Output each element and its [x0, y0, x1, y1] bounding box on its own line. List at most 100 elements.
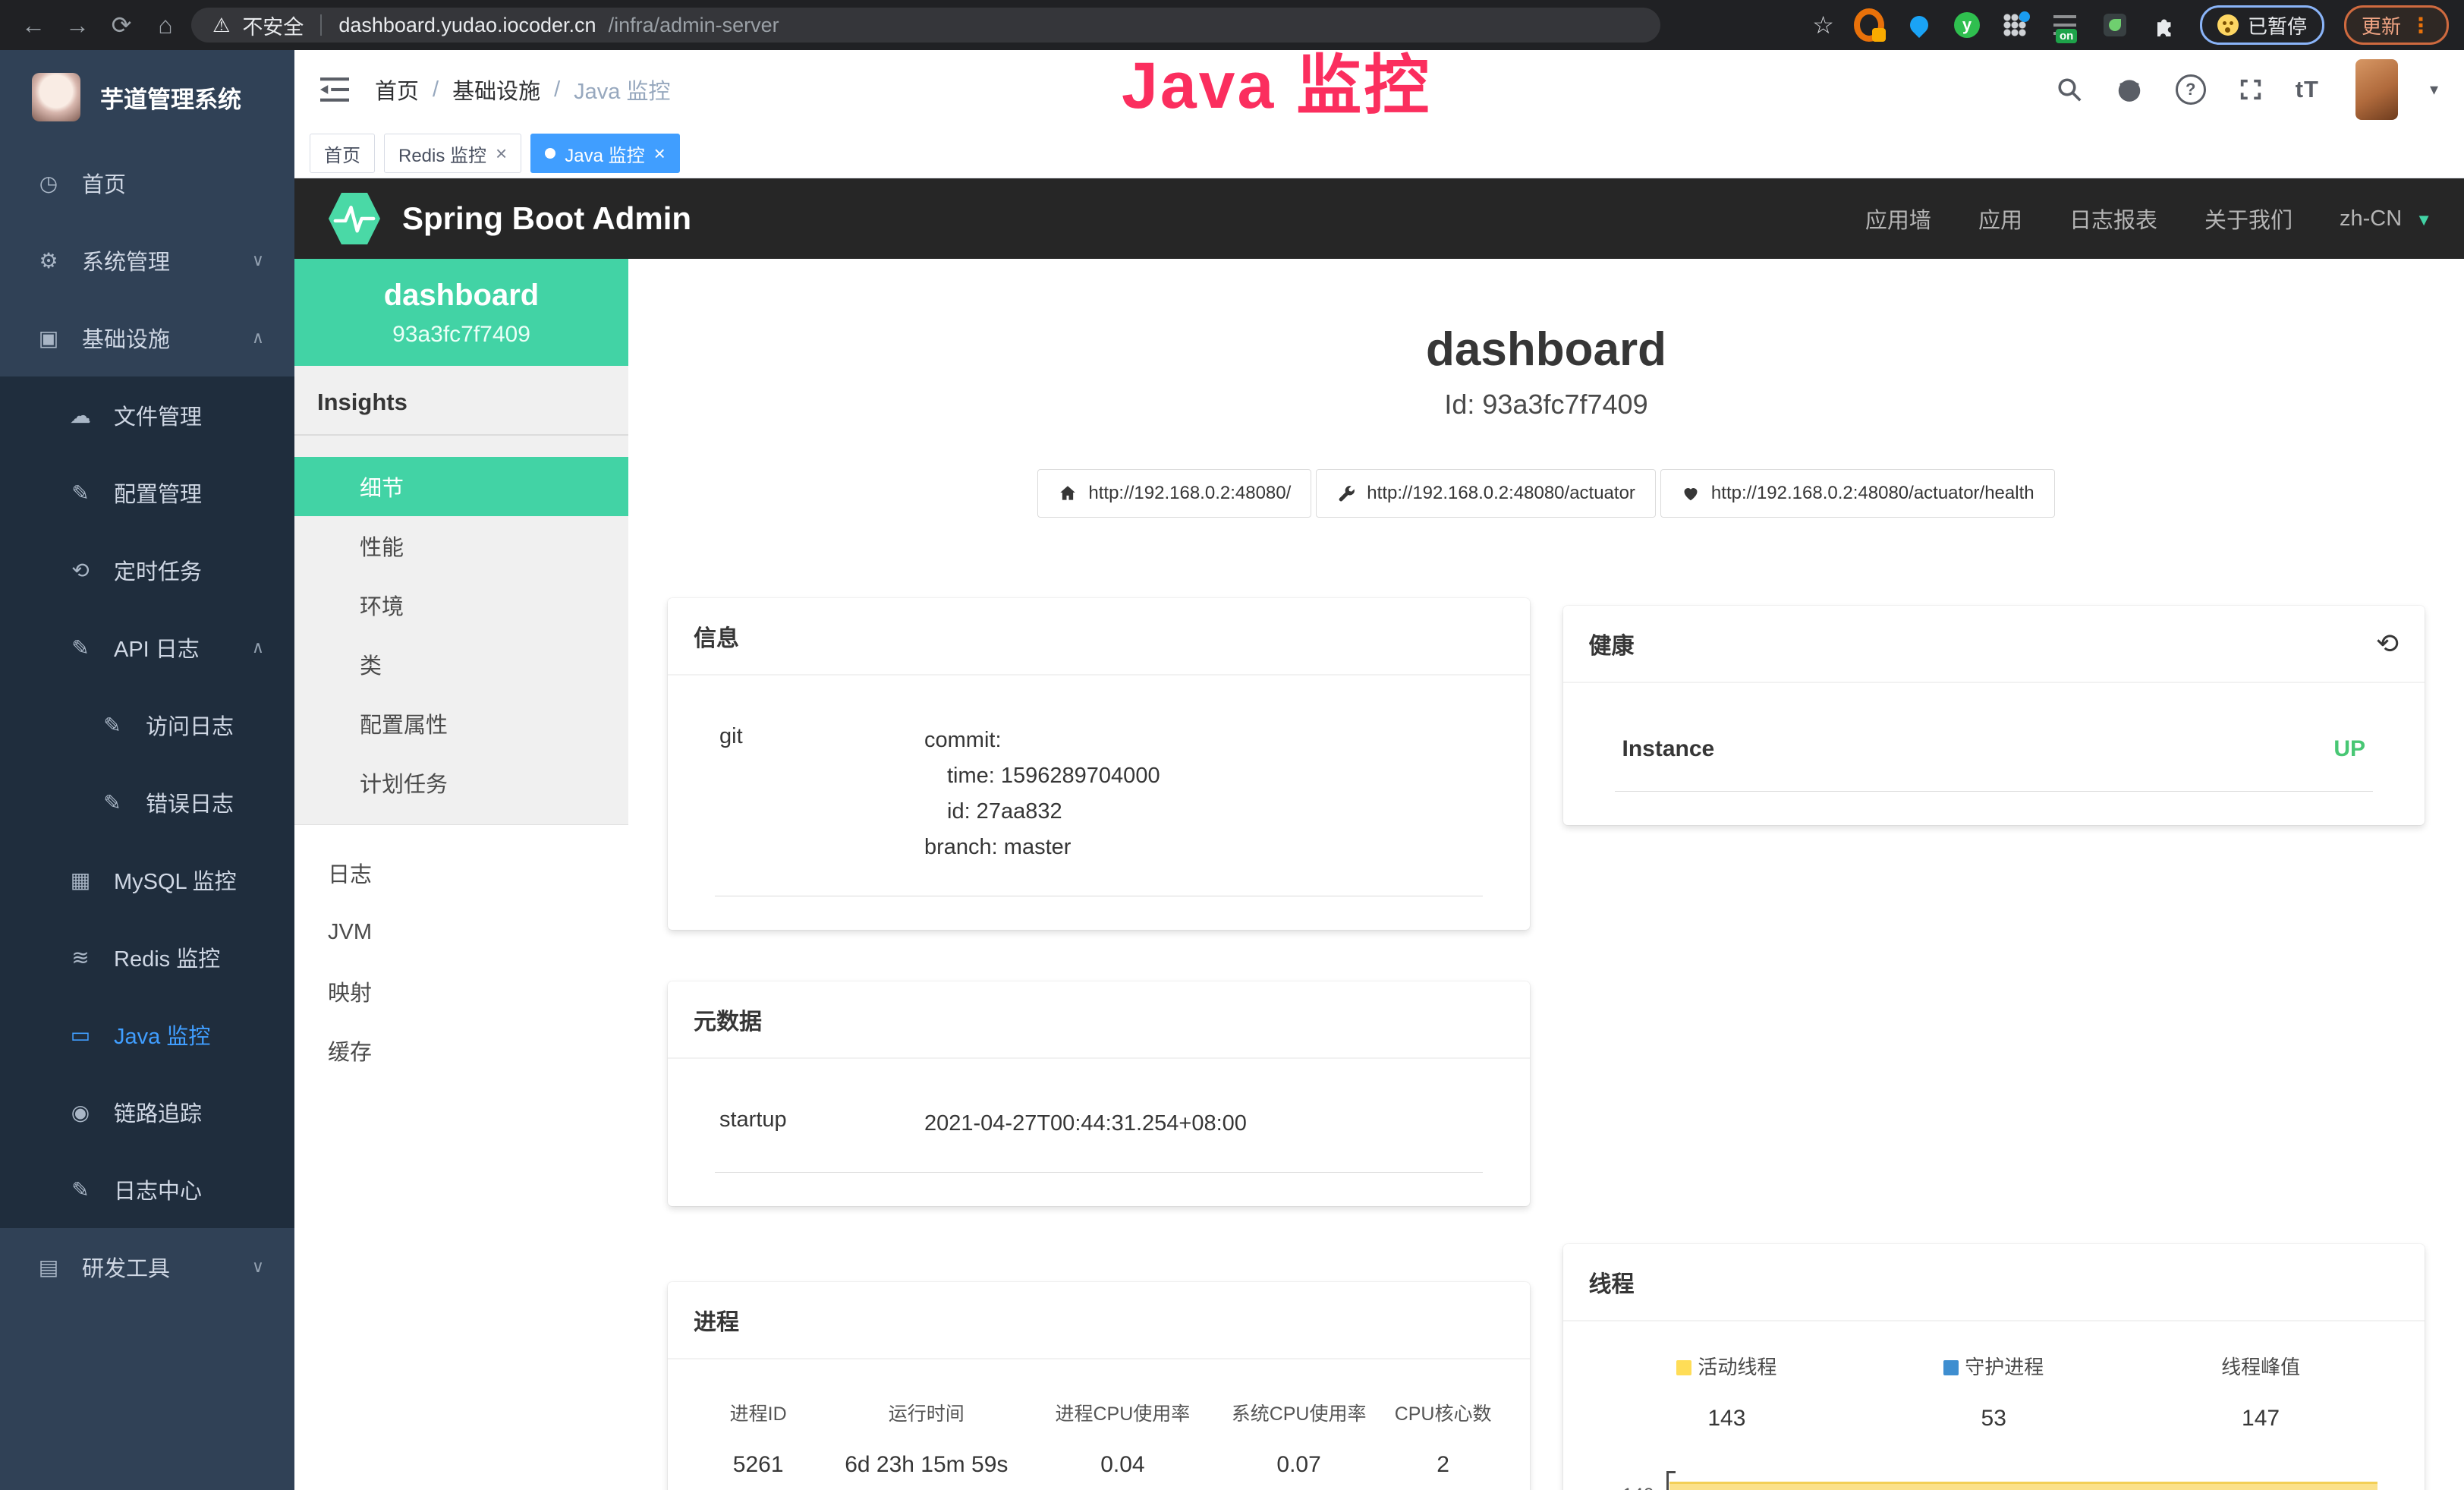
- health-card: 健康 ⟲ Instance UP: [1563, 606, 2425, 825]
- sba-item-config-props[interactable]: 配置属性: [294, 694, 628, 753]
- spring-boot-admin-logo-icon: [326, 191, 382, 247]
- extension-csdn-icon[interactable]: [1854, 10, 1884, 40]
- close-icon[interactable]: ×: [496, 142, 507, 165]
- app-logo-image: [32, 73, 80, 121]
- sidebar-item-error-log[interactable]: ✎ 错误日志: [0, 764, 294, 841]
- cloud-icon: ☁: [64, 403, 97, 428]
- font-size-icon[interactable]: tT: [2296, 76, 2319, 103]
- avatar-caret-icon[interactable]: ▾: [2430, 80, 2438, 99]
- instance-title: dashboard: [628, 323, 2464, 376]
- metadata-value: 2021-04-27T00:44:31.254+08:00: [924, 1106, 1247, 1142]
- sidebar-item-api-log[interactable]: ✎ API 日志 ∧: [0, 609, 294, 686]
- fullscreen-icon[interactable]: [2238, 77, 2264, 102]
- sidebar-item-home[interactable]: ◷ 首页: [0, 144, 294, 222]
- chrome-update-button[interactable]: 更新 ⋮: [2344, 5, 2449, 45]
- url-host[interactable]: dashboard.yudao.iocoder.cn: [338, 14, 596, 37]
- info-git-row: git commit: time: 1596289704000 id: 27aa…: [715, 718, 1483, 896]
- sidebar-item-system[interactable]: ⚙ 系统管理 ∨: [0, 222, 294, 299]
- sidebar-item-config-manage[interactable]: ✎ 配置管理: [0, 454, 294, 531]
- paused-chip[interactable]: 已暂停: [2200, 5, 2324, 45]
- browser-home-icon[interactable]: ⌂: [147, 11, 184, 39]
- collapse-menu-icon[interactable]: [320, 77, 349, 102]
- chart-y-axis: 140 120 100: [1594, 1471, 1666, 1490]
- sba-item-jvm[interactable]: JVM: [294, 903, 628, 962]
- sba-title[interactable]: Spring Boot Admin: [402, 200, 691, 237]
- url-path[interactable]: /infra/admin-server: [609, 14, 779, 37]
- not-secure-label[interactable]: 不安全: [242, 11, 304, 40]
- extension-grid-icon[interactable]: [2000, 10, 2030, 40]
- sidebar-item-log-center[interactable]: ✎ 日志中心: [0, 1151, 294, 1228]
- paused-label: 已暂停: [2248, 11, 2307, 39]
- browser-forward-icon[interactable]: →: [59, 11, 96, 39]
- sba-item-caches[interactable]: 缓存: [294, 1021, 628, 1080]
- sba-header: Spring Boot Admin 应用墙 应用 日志报表 关于我们 zh-CN…: [294, 178, 2464, 259]
- sba-sidebar: dashboard 93a3fc7f7409 Insights 细节 性能 环境…: [294, 259, 628, 1490]
- sba-item-classes[interactable]: 类: [294, 635, 628, 694]
- sidebar-item-access-log[interactable]: ✎ 访问日志: [0, 686, 294, 764]
- process-card: 进程 进程ID 运行时间 进程CPU使用率 系统CPU使用率 CPU: [668, 1282, 1530, 1490]
- tag-java-monitor[interactable]: Java 监控 ×: [530, 134, 680, 173]
- sidebar-item-file-manage[interactable]: ☁ 文件管理: [0, 376, 294, 454]
- process-card-title: 进程: [668, 1282, 1530, 1359]
- user-avatar[interactable]: [2355, 59, 2398, 120]
- sidebar-item-scheduled-jobs[interactable]: ⟲ 定时任务: [0, 531, 294, 609]
- breadcrumb-infra[interactable]: 基础设施: [452, 74, 540, 106]
- sba-app-name: dashboard: [294, 279, 628, 313]
- threads-legend: 活动线程 143 守护进程 53 线程峰值 14: [1594, 1352, 2395, 1432]
- breadcrumb-home[interactable]: 首页: [375, 74, 419, 106]
- help-icon[interactable]: ?: [2176, 74, 2206, 105]
- y-tick-label: 140: [1622, 1485, 1654, 1490]
- sidebar-item-redis-monitor[interactable]: ≋ Redis 监控: [0, 918, 294, 996]
- github-icon[interactable]: [2115, 75, 2144, 104]
- sidebar-item-mysql-monitor[interactable]: ▦ MySQL 监控: [0, 841, 294, 918]
- sidebar-item-java-monitor[interactable]: ▭ Java 监控: [0, 996, 294, 1073]
- extensions-puzzle-icon[interactable]: [2150, 10, 2180, 40]
- browser-back-icon[interactable]: ←: [15, 11, 52, 39]
- bookmark-star-icon[interactable]: ☆: [1812, 11, 1834, 39]
- instance-home-link[interactable]: http://192.168.0.2:48080/: [1037, 469, 1311, 518]
- health-label: Instance: [1622, 736, 1715, 762]
- log-icon: ✎: [96, 790, 129, 815]
- health-status-badge: UP: [2333, 736, 2365, 762]
- extension-pin-icon[interactable]: [1904, 10, 1934, 40]
- sba-item-environment[interactable]: 环境: [294, 575, 628, 635]
- address-bar[interactable]: ⚠ 不安全 dashboard.yudao.iocoder.cn/infra/a…: [191, 8, 1660, 43]
- sidebar-item-tracing[interactable]: ◉ 链路追踪: [0, 1073, 294, 1151]
- sba-item-scheduled-tasks[interactable]: 计划任务: [294, 753, 628, 812]
- update-label: 更新: [2362, 11, 2401, 39]
- peak-threads-value: 147: [2127, 1406, 2394, 1432]
- metadata-key: startup: [719, 1106, 924, 1142]
- emoji-face-icon: [2217, 14, 2239, 36]
- extension-y-icon[interactable]: y: [1954, 12, 1980, 38]
- extension-plant-icon[interactable]: [2100, 10, 2130, 40]
- sba-item-details[interactable]: 细节: [294, 457, 628, 516]
- instance-actuator-link[interactable]: http://192.168.0.2:48080/actuator: [1316, 469, 1656, 518]
- tag-home[interactable]: 首页: [310, 134, 375, 173]
- extension-switch-icon[interactable]: on: [2050, 10, 2080, 40]
- live-threads-area-series: [1669, 1482, 2378, 1490]
- sba-app-header[interactable]: dashboard 93a3fc7f7409: [294, 259, 628, 366]
- sba-nav-applications[interactable]: 应用: [1978, 203, 2022, 235]
- sba-item-logs[interactable]: 日志: [294, 843, 628, 903]
- threads-area-chart: 140 120 100: [1594, 1471, 2395, 1490]
- search-icon[interactable]: [2056, 76, 2083, 103]
- browser-reload-icon[interactable]: ⟳: [103, 11, 140, 39]
- sba-insights-group: Insights 细节 性能 环境 类 配置属性 计划任务: [294, 366, 628, 825]
- sba-item-metrics[interactable]: 性能: [294, 516, 628, 575]
- sba-nav-wallboard[interactable]: 应用墙: [1865, 203, 1931, 235]
- close-icon[interactable]: ×: [654, 142, 666, 165]
- sba-nav-journal[interactable]: 日志报表: [2069, 203, 2157, 235]
- sidebar-item-dev-tools[interactable]: ▤ 研发工具 ∨: [0, 1228, 294, 1306]
- instance-health-link[interactable]: http://192.168.0.2:48080/actuator/health: [1660, 469, 2055, 518]
- app-title: 芋道管理系统: [100, 80, 241, 115]
- sba-language-select[interactable]: zh-CN ▼: [2340, 206, 2432, 232]
- lang-caret-icon: ▼: [2415, 210, 2432, 229]
- browser-menu-icon[interactable]: ⋮: [2410, 13, 2431, 38]
- tag-redis-monitor[interactable]: Redis 监控 ×: [384, 134, 521, 173]
- sidebar-item-infra[interactable]: ▣ 基础设施 ∧: [0, 299, 294, 376]
- health-instance-row[interactable]: Instance UP: [1615, 723, 2374, 792]
- sba-item-mappings[interactable]: 映射: [294, 962, 628, 1021]
- sba-nav-about[interactable]: 关于我们: [2204, 203, 2292, 235]
- database-icon: ▦: [64, 868, 97, 893]
- history-icon[interactable]: ⟲: [2376, 628, 2399, 660]
